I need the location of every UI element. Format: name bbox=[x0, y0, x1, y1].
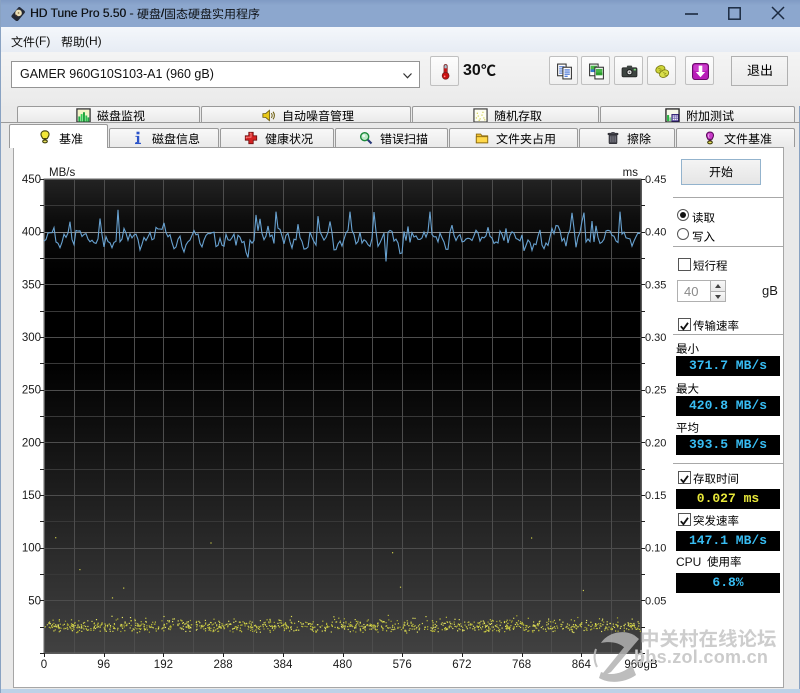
svg-text:100: 100 bbox=[22, 543, 41, 555]
svg-text:200: 200 bbox=[22, 437, 41, 449]
svg-text:0.45: 0.45 bbox=[645, 174, 666, 186]
svg-text:0.30: 0.30 bbox=[645, 332, 666, 344]
svg-text:0.35: 0.35 bbox=[645, 279, 666, 291]
svg-text:300: 300 bbox=[22, 332, 41, 344]
svg-text:350: 350 bbox=[22, 279, 41, 291]
svg-text:576: 576 bbox=[393, 659, 412, 671]
svg-text:0.25: 0.25 bbox=[645, 385, 666, 397]
svg-text:192: 192 bbox=[154, 659, 173, 671]
svg-text:0.15: 0.15 bbox=[645, 490, 666, 502]
svg-text:250: 250 bbox=[22, 385, 41, 397]
svg-text:400: 400 bbox=[22, 227, 41, 239]
svg-text:50: 50 bbox=[28, 595, 41, 607]
svg-text:480: 480 bbox=[333, 659, 352, 671]
svg-text:672: 672 bbox=[452, 659, 471, 671]
svg-text:0.20: 0.20 bbox=[645, 437, 666, 449]
svg-text:96: 96 bbox=[97, 659, 110, 671]
svg-text:ms: ms bbox=[623, 167, 639, 179]
svg-text:MB/s: MB/s bbox=[49, 167, 75, 179]
svg-text:150: 150 bbox=[22, 490, 41, 502]
svg-text:450: 450 bbox=[22, 174, 41, 186]
svg-text:768: 768 bbox=[512, 659, 531, 671]
svg-text:384: 384 bbox=[273, 659, 293, 671]
svg-text:0: 0 bbox=[41, 659, 47, 671]
svg-text:0.05: 0.05 bbox=[645, 595, 666, 607]
svg-text:0.10: 0.10 bbox=[645, 543, 666, 555]
svg-text:288: 288 bbox=[214, 659, 233, 671]
svg-text:0.40: 0.40 bbox=[645, 227, 666, 239]
